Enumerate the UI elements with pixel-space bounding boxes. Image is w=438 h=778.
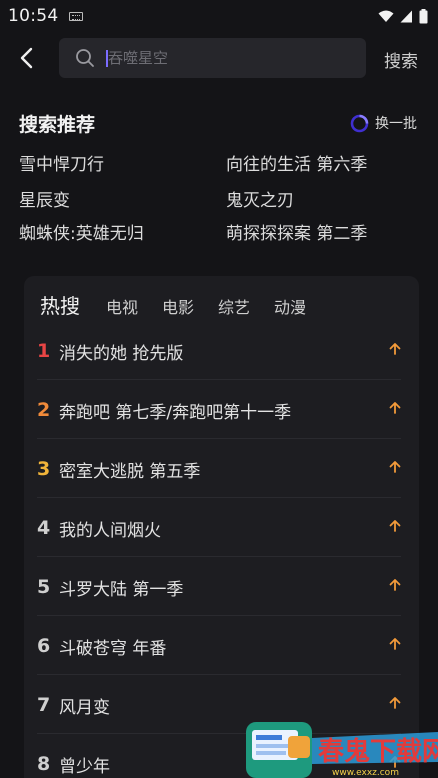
tab-anime[interactable]: 动漫 (274, 294, 306, 318)
hot-item-title: 斗罗大陆 第一季 (59, 580, 184, 600)
hot-item-title: 消失的她 抢先版 (59, 344, 184, 364)
hot-tabs: 热搜 电视 电影 综艺 动漫 (40, 290, 330, 318)
search-header: 搜索 (0, 36, 438, 80)
watermark-text: 春鬼下载网 (318, 736, 438, 767)
hot-item-title: 斗破苍穹 年番 (59, 639, 167, 659)
status-time: 10:54 (8, 6, 59, 26)
tab-hot[interactable]: 热搜 (40, 290, 80, 319)
hot-list-row[interactable]: 5 斗罗大陆 第一季 (37, 558, 401, 616)
refresh-label: 换一批 (375, 116, 417, 132)
arrow-up-icon (389, 402, 401, 414)
chevron-left-icon (20, 47, 33, 69)
recommend-item[interactable]: 鬼灭之刃 (226, 186, 294, 211)
arrow-up-icon (389, 343, 401, 355)
hot-item-title: 密室大逃脱 第五季 (59, 462, 201, 482)
hot-list-row[interactable]: 4 我的人间烟火 (37, 499, 401, 557)
status-icons (378, 8, 428, 24)
wifi-icon (378, 10, 394, 22)
tab-tv[interactable]: 电视 (106, 294, 138, 318)
search-button[interactable]: 搜索 (384, 47, 418, 72)
status-bar: 10:54 (0, 0, 438, 32)
hot-item-title: 奔跑吧 第七季/奔跑吧第十一季 (59, 403, 292, 423)
hot-item-title: 我的人间烟火 (59, 521, 161, 541)
hot-list-row[interactable]: 6 斗破苍穹 年番 (37, 617, 401, 675)
signal-icon (400, 10, 412, 22)
recommend-item[interactable]: 雪中悍刀行 (19, 150, 104, 175)
rank-number: 7 (37, 694, 51, 716)
recommend-item[interactable]: 蜘蛛侠:英雄无归 (19, 219, 144, 244)
rank-number: 2 (37, 399, 51, 421)
refresh-button[interactable]: 换一批 (350, 113, 417, 133)
arrow-up-icon (389, 520, 401, 532)
watermark-logo: 春鬼下载网 www.exxz.com (246, 722, 438, 778)
arrow-up-icon (389, 579, 401, 591)
tab-variety[interactable]: 综艺 (218, 294, 250, 318)
hot-item-title: 曾少年 (59, 757, 110, 777)
hot-list-row[interactable]: 3 密室大逃脱 第五季 (37, 440, 401, 498)
hot-item-title: 风月变 (59, 698, 110, 718)
rank-number: 4 (37, 517, 51, 539)
rank-number: 1 (37, 340, 51, 362)
arrow-up-icon (389, 638, 401, 650)
keyboard-icon (68, 11, 83, 21)
battery-icon (419, 8, 428, 23)
recommend-item[interactable]: 星辰变 (19, 186, 70, 211)
hot-list-row[interactable]: 2 奔跑吧 第七季/奔跑吧第十一季 (37, 381, 401, 439)
watermark: 春鬼下载网 www.exxz.com (242, 718, 438, 778)
search-input[interactable] (108, 47, 348, 69)
rank-number: 3 (37, 458, 51, 480)
tab-movie[interactable]: 电影 (162, 294, 194, 318)
search-box[interactable] (59, 38, 366, 78)
recommend-item[interactable]: 萌探探探案 第二季 (226, 219, 367, 244)
rank-number: 8 (37, 753, 51, 775)
back-button[interactable] (12, 44, 40, 72)
hot-list-row[interactable]: 1 消失的她 抢先版 (37, 322, 401, 380)
watermark-domain: www.exxz.com (332, 768, 399, 778)
rank-number: 5 (37, 576, 51, 598)
refresh-icon (350, 114, 369, 132)
rank-number: 6 (37, 635, 51, 657)
arrow-up-icon (389, 697, 401, 709)
recommend-item[interactable]: 向往的生活 第六季 (226, 150, 367, 175)
hot-search-card: 热搜 电视 电影 综艺 动漫 1 消失的她 抢先版 2 奔跑吧 第七季/奔跑吧第十一季… (24, 276, 419, 778)
arrow-up-icon (389, 461, 401, 473)
recommend-title: 搜索推荐 (19, 114, 96, 136)
search-icon (76, 49, 94, 67)
